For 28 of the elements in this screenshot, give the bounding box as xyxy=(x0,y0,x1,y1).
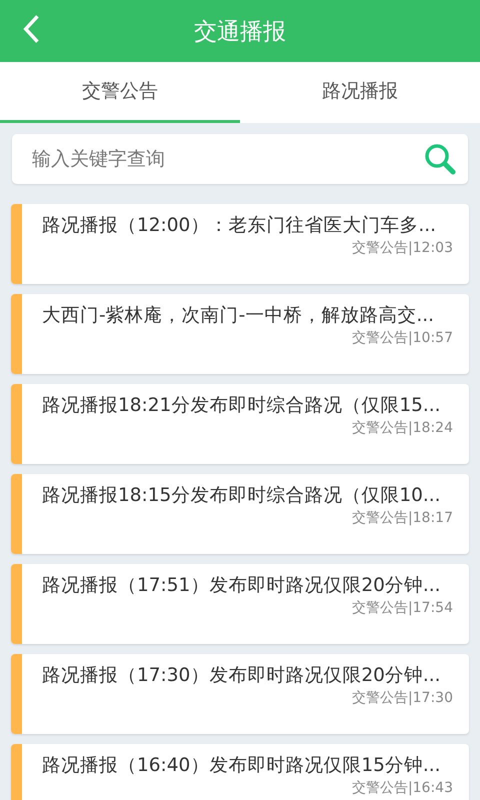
news-card[interactable]: 路况播报18:15分发布即时综合路况（仅限10... 交警公告|18:17 xyxy=(11,474,469,554)
header-title: 交通播报 xyxy=(194,18,286,46)
news-title: 路况播报18:21分发布即时综合路况（仅限15... xyxy=(42,394,442,417)
news-title: 路况播报（16:40）发布即时路况仅限15分钟... xyxy=(42,754,442,777)
news-meta: 交警公告|16:43 xyxy=(352,779,453,797)
news-card[interactable]: 路况播报（17:51）发布即时路况仅限20分钟... 交警公告|17:54 xyxy=(11,564,469,644)
news-title: 路况播报18:15分发布即时综合路况（仅限10... xyxy=(42,484,442,507)
news-title: 路况播报（17:51）发布即时路况仅限20分钟... xyxy=(42,574,442,597)
news-card[interactable]: 路况播报（12:00）：老东门往省医大门车多... 交警公告|12:03 xyxy=(11,204,469,284)
search-icon[interactable] xyxy=(424,143,456,175)
news-meta: 交警公告|17:30 xyxy=(352,689,453,707)
news-meta: 交警公告|12:03 xyxy=(352,239,453,257)
news-title: 路况播报（12:00）：老东门往省医大门车多... xyxy=(42,214,437,237)
news-title: 大西门-紫林庵，次南门-一中桥，解放路高交... xyxy=(42,304,435,327)
news-card[interactable]: 路况播报（16:40）发布即时路况仅限15分钟... 交警公告|16:43 xyxy=(11,744,469,800)
search-field[interactable]: 输入关键字查询 xyxy=(12,134,468,184)
news-meta: 交警公告|17:54 xyxy=(352,599,453,617)
news-meta: 交警公告|18:17 xyxy=(352,509,453,527)
news-card[interactable]: 大西门-紫林庵，次南门-一中桥，解放路高交... 交警公告|10:57 xyxy=(11,294,469,374)
tab[interactable]: 路况播报 xyxy=(240,62,480,123)
back-icon[interactable] xyxy=(22,15,40,43)
tab[interactable]: 交警公告 xyxy=(0,62,240,123)
accent-bar xyxy=(11,744,22,800)
news-card[interactable]: 路况播报18:21分发布即时综合路况（仅限15... 交警公告|18:24 xyxy=(11,384,469,464)
news-meta: 交警公告|18:24 xyxy=(352,419,453,437)
news-title: 路况播报（17:30）发布即时路况仅限20分钟... xyxy=(42,664,442,687)
news-card[interactable]: 路况播报（17:30）发布即时路况仅限20分钟... 交警公告|17:30 xyxy=(11,654,469,734)
news-meta: 交警公告|10:57 xyxy=(352,329,453,347)
